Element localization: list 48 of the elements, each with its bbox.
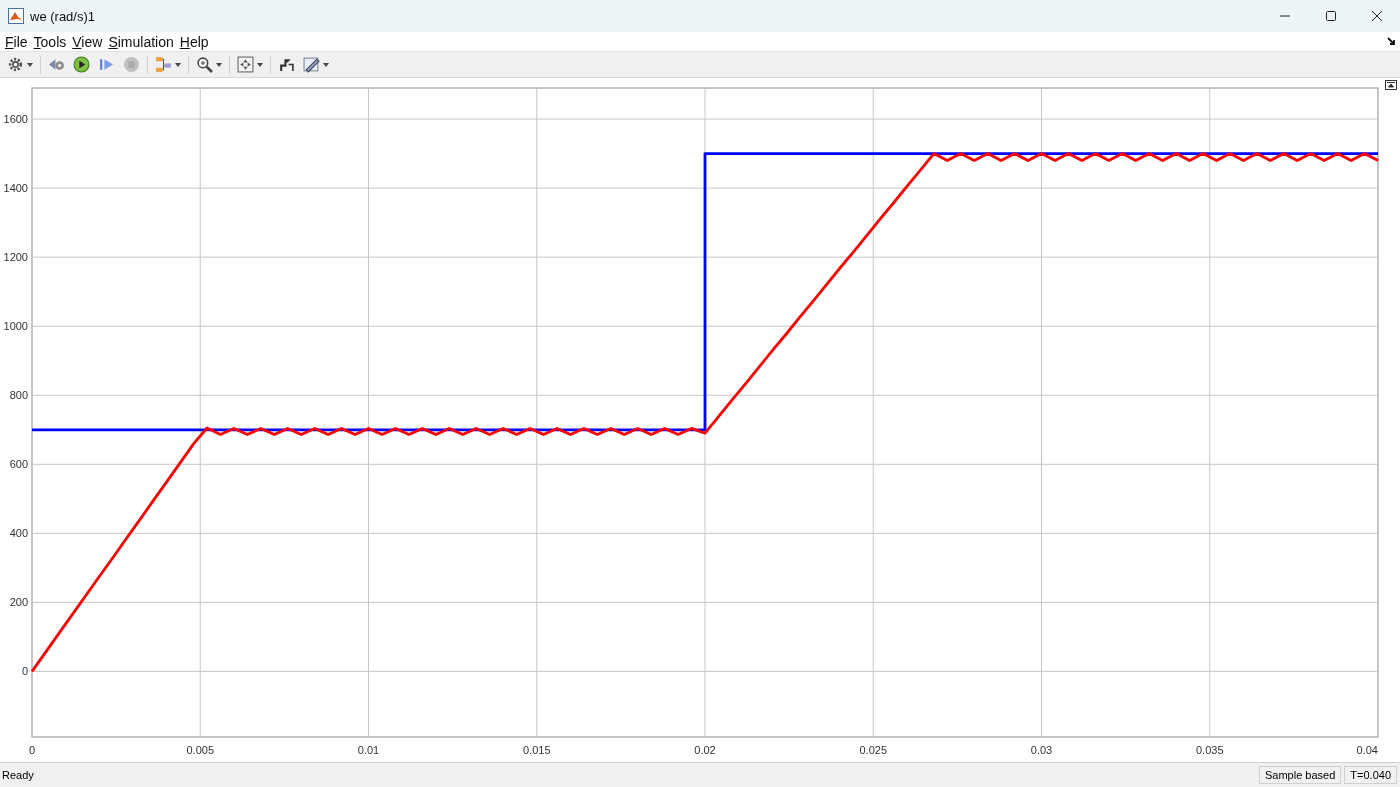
app-icon xyxy=(8,8,24,24)
tick-label: 1000 xyxy=(3,320,28,333)
tick-label: 0.005 xyxy=(186,744,214,756)
tick-label: 0.02 xyxy=(694,744,716,756)
undock-icon[interactable] xyxy=(1387,37,1396,46)
autoscale-button[interactable] xyxy=(234,54,266,75)
tick-label: 0.035 xyxy=(1196,744,1224,756)
tick-label: 1600 xyxy=(3,113,28,126)
arrows-icon xyxy=(237,56,254,73)
tick-label: 0.03 xyxy=(1030,744,1053,756)
caret-icon[interactable] xyxy=(323,62,329,67)
pencil-icon xyxy=(303,56,320,73)
caret-icon[interactable] xyxy=(216,62,222,67)
blocks-icon xyxy=(155,56,172,73)
tick-label: 400 xyxy=(9,527,28,540)
tick-label: 600 xyxy=(9,458,28,471)
tick-label: 1400 xyxy=(3,182,28,195)
window-title: we (rad/s)1 xyxy=(30,8,97,24)
menu-item[interactable]: File xyxy=(2,33,31,50)
simulation-time: T=0.040 xyxy=(1344,766,1397,784)
tick-label: 0 xyxy=(21,665,28,678)
tick-label: 200 xyxy=(9,596,28,609)
tick-label: 0.01 xyxy=(357,744,380,756)
tick-label: 0.04 xyxy=(1356,744,1378,756)
maximize-icon xyxy=(1325,10,1337,22)
settings-icon xyxy=(7,56,24,73)
restore-icon[interactable] xyxy=(1385,80,1397,90)
step-forward-icon xyxy=(98,56,115,73)
style-button[interactable] xyxy=(300,54,332,75)
tick-label: 0 xyxy=(28,744,36,756)
tick-label: 0.025 xyxy=(859,744,887,756)
run-icon xyxy=(73,56,90,73)
caret-icon[interactable] xyxy=(27,62,33,67)
zoom-icon xyxy=(196,56,213,73)
menu-item[interactable]: Help xyxy=(176,33,212,50)
menu-item[interactable]: Simulation xyxy=(105,33,177,50)
tick-label: 0.015 xyxy=(523,744,551,756)
caret-icon[interactable] xyxy=(257,62,263,67)
menu-item[interactable]: View xyxy=(69,33,106,50)
caret-icon[interactable] xyxy=(175,62,181,67)
stop-icon xyxy=(123,56,140,73)
menu-item[interactable]: Tools xyxy=(30,33,70,50)
tick-label: 800 xyxy=(9,389,28,402)
sample-mode: Sample based xyxy=(1259,766,1342,784)
status-text: Ready xyxy=(1,769,35,781)
run-button[interactable] xyxy=(70,54,93,75)
tick-label: 1200 xyxy=(3,251,28,264)
close-icon xyxy=(1371,10,1383,22)
